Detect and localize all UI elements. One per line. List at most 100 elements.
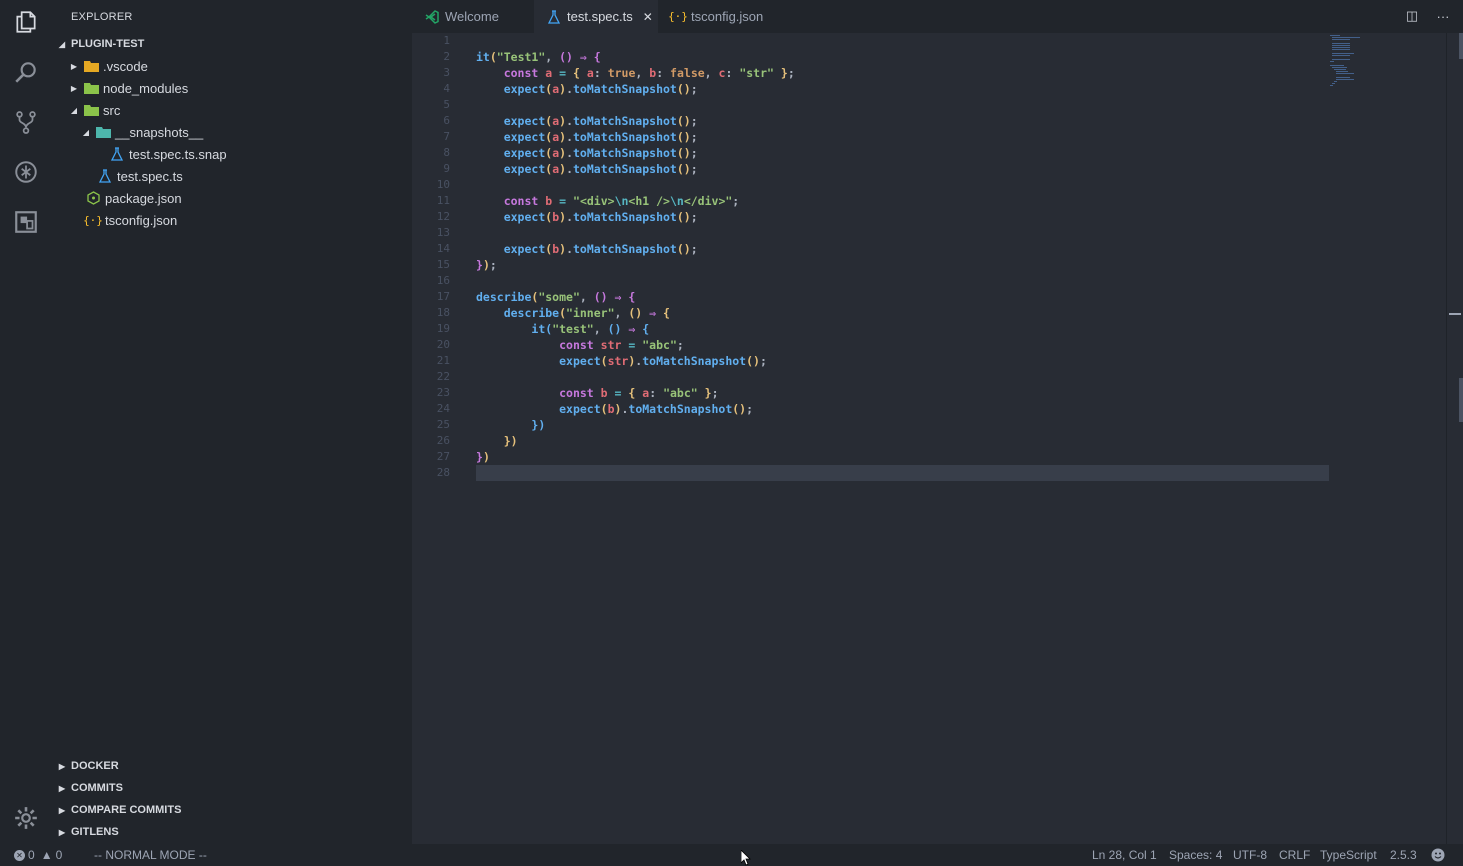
tree-item-label: .vscode [103, 58, 148, 74]
end-of-line[interactable]: CRLF [1279, 844, 1310, 866]
tree-item-label: test.spec.ts [117, 168, 183, 184]
code-line: expect(b).toMatchSnapshot(); [503, 242, 698, 256]
chevron-down-icon: ◢ [70, 105, 78, 115]
folder-icon [83, 58, 99, 74]
explorer-sidebar: EXPLORER ◢ PLUGIN-TEST ▶ .vscode ▶ node_… [51, 0, 412, 844]
extensions-icon[interactable] [12, 208, 40, 236]
search-icon[interactable] [12, 58, 40, 86]
more-actions-icon[interactable]: ··· [1433, 6, 1453, 26]
line-number: 11 [436, 194, 450, 207]
folder-open-icon [83, 102, 99, 118]
scrollbar-thumb[interactable] [1459, 33, 1463, 59]
editor-scrollbar[interactable] [1446, 33, 1463, 844]
tree-item-snapshots[interactable]: ◢ __snapshots__ [51, 121, 412, 143]
chevron-right-icon: ▶ [58, 761, 66, 771]
section-gitlens[interactable]: ▶ GITLENS [57, 821, 119, 843]
code-line: expect(b).toMatchSnapshot(); [503, 210, 698, 224]
chevron-right-icon: ▶ [70, 61, 78, 71]
minimap[interactable] [1328, 33, 1388, 93]
typescript-version[interactable]: 2.5.3 [1390, 844, 1417, 866]
code-line: expect(b).toMatchSnapshot(); [559, 402, 754, 416]
line-number: 23 [436, 386, 450, 399]
code-line: const a = { a: true, b: false, c: "str" … [503, 66, 795, 80]
close-icon[interactable]: ✕ [643, 10, 653, 24]
problems-indicator[interactable]: ✕ 0 ▲ 0 [14, 844, 62, 866]
section-compare-commits[interactable]: ▶ COMPARE COMMITS [57, 799, 181, 821]
tab-label: test.spec.ts [567, 9, 633, 24]
line-number: 19 [436, 322, 450, 335]
tree-item-node-modules[interactable]: ▶ node_modules [51, 77, 412, 99]
split-editor-icon[interactable]: ◫ [1402, 6, 1422, 26]
error-icon: ✕ [14, 849, 25, 861]
line-number: 16 [436, 274, 450, 287]
code-line: expect(str).toMatchSnapshot(); [559, 354, 767, 368]
line-number: 5 [443, 98, 450, 111]
tree-item-label: test.spec.ts.snap [129, 146, 227, 162]
vim-mode: -- NORMAL MODE -- [94, 848, 207, 862]
source-control-icon[interactable] [12, 108, 40, 136]
status-bar: ✕ 0 ▲ 0 -- NORMAL MODE -- Ln 28, Col 1 S… [0, 844, 1463, 866]
project-name: PLUGIN-TEST [71, 38, 145, 50]
encoding[interactable]: UTF-8 [1233, 844, 1267, 866]
code-line: }) [531, 418, 546, 432]
code-line: expect(a).toMatchSnapshot(); [503, 146, 698, 160]
explorer-icon[interactable] [12, 8, 40, 36]
feedback-smiley-icon[interactable] [1431, 844, 1445, 866]
scrollbar-thumb[interactable] [1459, 378, 1463, 422]
line-number: 10 [436, 178, 450, 191]
chevron-right-icon: ▶ [58, 783, 66, 793]
line-number: 4 [443, 82, 450, 95]
debug-icon[interactable] [12, 158, 40, 186]
tab-test-spec[interactable]: test.spec.ts ✕ [534, 0, 658, 33]
vscode-icon [424, 9, 440, 25]
tree-item-label: tsconfig.json [105, 212, 178, 228]
code-line: const b = "<div>\n<h1 />\n</div>"; [503, 194, 740, 208]
sidebar-title: EXPLORER [71, 11, 133, 23]
tab-tsconfig[interactable]: {·} tsconfig.json [658, 0, 788, 33]
section-docker[interactable]: ▶ DOCKER [57, 755, 119, 777]
chevron-right-icon: ▶ [58, 805, 66, 815]
line-number: 1 [443, 34, 450, 47]
line-number: 14 [436, 242, 450, 255]
folder-open-icon [95, 124, 111, 140]
tree-item-label: src [103, 102, 121, 118]
tree-item-label: package.json [105, 190, 182, 206]
tree-item-test-spec[interactable]: test.spec.ts [51, 165, 412, 187]
tab-welcome[interactable]: Welcome [412, 0, 532, 33]
warning-count: 0 [55, 848, 63, 862]
code-editor[interactable]: 1 2 3 4 5 6 7 8 9 10 11 12 13 14 15 16 17 18 19 20 21 22 23 24 2… [412, 33, 1463, 844]
project-header[interactable]: ◢ PLUGIN-TEST [57, 33, 144, 55]
indentation[interactable]: Spaces: 4 [1169, 844, 1222, 866]
settings-gear-icon[interactable] [12, 804, 40, 832]
mouse-cursor-icon [741, 850, 751, 866]
tab-label: Welcome [445, 9, 499, 24]
tree-item-label: node_modules [103, 80, 189, 96]
code-line: }) [503, 434, 518, 448]
code-line: const b = { a: "abc" }; [559, 386, 719, 400]
warning-icon: ▲ [40, 848, 53, 862]
tree-item-package-json[interactable]: package.json [51, 187, 412, 209]
code-line: it("Test1", () ⇒ { [476, 50, 601, 64]
section-commits[interactable]: ▶ COMMITS [57, 777, 123, 799]
json-icon: {·} [83, 213, 103, 227]
code-line: }) [476, 450, 490, 464]
line-number: 22 [436, 370, 450, 383]
line-number: 9 [443, 162, 450, 175]
tree-item-label: __snapshots__ [115, 124, 204, 140]
tree-item-src[interactable]: ◢ src [51, 99, 412, 121]
line-number: 12 [436, 210, 450, 223]
tab-label: tsconfig.json [691, 9, 764, 24]
tree-item-snap-file[interactable]: test.spec.ts.snap [51, 143, 412, 165]
line-number: 26 [436, 434, 450, 447]
cursor-position[interactable]: Ln 28, Col 1 [1092, 844, 1157, 866]
code-line: expect(a).toMatchSnapshot(); [503, 82, 698, 96]
language-mode[interactable]: TypeScript [1320, 844, 1377, 866]
tree-item-vscode[interactable]: ▶ .vscode [51, 55, 412, 77]
line-number: 2 [443, 50, 450, 63]
code-line: describe("some", () ⇒ { [476, 290, 636, 304]
tree-item-tsconfig[interactable]: {·} tsconfig.json [51, 209, 412, 231]
line-number: 21 [436, 354, 450, 367]
line-number: 20 [436, 338, 450, 351]
line-number: 27 [436, 450, 450, 463]
error-count: 0 [28, 848, 35, 862]
